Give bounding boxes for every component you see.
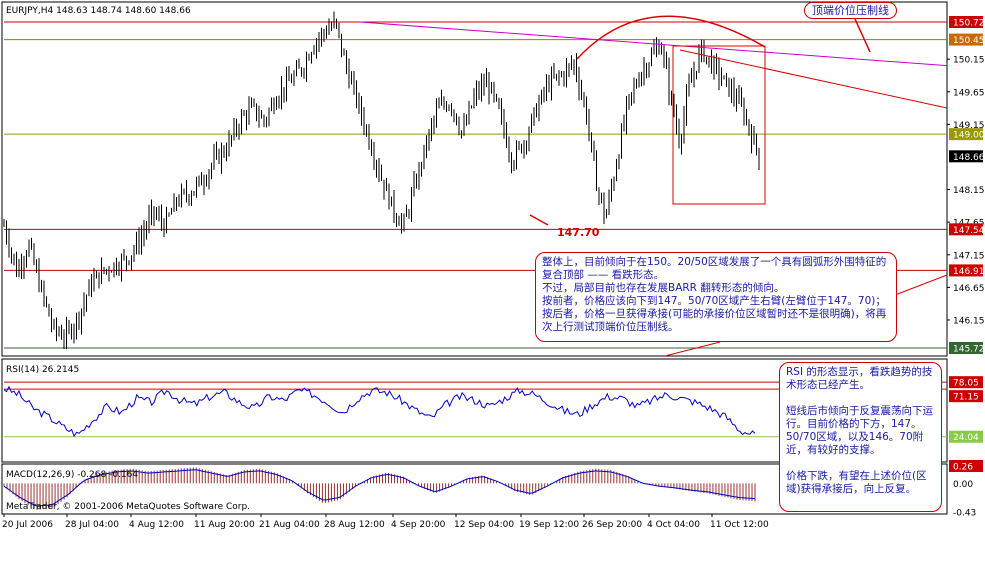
price-tag-0: 150.72 [949, 16, 985, 29]
price-tag-11: 146.91 [949, 264, 985, 277]
rsi-tag-text-2: 24.04 [953, 433, 979, 443]
price-label-13: 146.15 [953, 316, 985, 326]
time-label-7: 12 Sep 04:00 [454, 520, 514, 530]
symbol-header: EURJPY,H4 148.63 148.74 148.60 148.66 [6, 6, 191, 16]
copyright: MetaTrader, © 2001-2006 MetaQuotes Softw… [6, 502, 250, 512]
time-label-2: 4 Aug 12:00 [129, 520, 184, 530]
price-tag-text-11: 146.91 [953, 267, 985, 277]
price-tag-text-6: 148.66 [953, 153, 985, 163]
main-analysis-note: 整体上，目前倾向于在150。20/50区域发展了一个具有圆弧形外围特征的复合顶部… [535, 252, 897, 342]
time-label-5: 28 Aug 12:00 [324, 520, 385, 530]
time-label-11: 11 Oct 12:00 [710, 520, 769, 530]
rsi-tag-text-0: 78.05 [953, 379, 979, 389]
price-label-12: 146.65 [953, 284, 985, 294]
price-tag-6: 148.66 [949, 150, 985, 163]
price-label-2: 150.15 [953, 56, 985, 66]
price-label-7: 148.15 [953, 186, 985, 196]
rsi-tag-1: 71.15 [949, 390, 983, 403]
price-tag-text-14: 145.72 [953, 345, 985, 355]
time-label-9: 26 Sep 20:00 [582, 520, 642, 530]
time-label-8: 19 Sep 12:00 [519, 520, 579, 530]
rsi-analysis-note: RSI 的形态显示，看跌趋势的技术形态已经产生。 短线后市倾向于反复震荡向下运行… [779, 362, 942, 512]
time-label-3: 11 Aug 20:00 [194, 520, 255, 530]
top-resistance-tag: 顶端价位压制线 [804, 2, 897, 19]
macd-tag-0: 0.26 [949, 460, 983, 473]
time-label-0: 20 Jul 2006 [2, 520, 53, 530]
macd-label-1: 0.00 [953, 480, 973, 490]
price-label-10: 147.15 [953, 251, 985, 261]
time-label-1: 28 Jul 04:00 [65, 520, 119, 530]
macd-label: MACD(12,26,9) -0.268 -0.164 [6, 470, 138, 480]
price-tag-14: 145.72 [949, 342, 985, 355]
price-tag-text-5: 149.00 [953, 131, 985, 141]
rsi-tag-text-1: 71.15 [953, 393, 979, 403]
price-label-3: 149.65 [953, 88, 985, 98]
macd-tag-text-0: 0.26 [953, 463, 973, 473]
price-tag-text-1: 150.45 [953, 36, 985, 46]
rsi-tag-0: 78.05 [949, 376, 983, 389]
rsi-label: RSI(14) 26.2145 [6, 365, 79, 375]
price-tag-9: 147.54 [949, 223, 985, 236]
price-tag-5: 149.00 [949, 128, 985, 141]
price-tag-1: 150.45 [949, 33, 985, 46]
rsi-tag-2: 24.04 [949, 430, 983, 443]
low-price-label: 147.70 [557, 226, 600, 239]
price-tag-text-0: 150.72 [953, 19, 985, 29]
time-label-10: 4 Oct 04:00 [647, 520, 700, 530]
time-label-4: 21 Aug 04:00 [259, 520, 320, 530]
price-tag-text-9: 147.54 [953, 226, 985, 236]
macd-label-2: -0.43 [953, 509, 976, 519]
time-label-6: 4 Sep 20:00 [391, 520, 446, 530]
